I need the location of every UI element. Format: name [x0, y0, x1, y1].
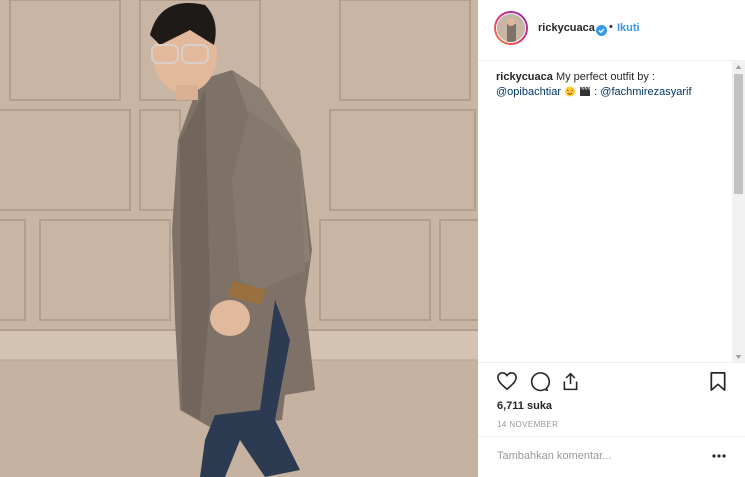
more-dots-icon[interactable] — [711, 449, 727, 463]
post-header: ricky­cuaca • Ikuti — [478, 0, 745, 61]
comments-scrollbar[interactable] — [732, 60, 745, 362]
avatar[interactable] — [494, 11, 528, 45]
caption-separator: : — [591, 86, 601, 98]
verified-badge-icon — [596, 23, 607, 36]
scrollbar-thumb[interactable] — [734, 74, 743, 194]
scroll-up-arrow-icon[interactable] — [732, 60, 745, 72]
bookmark-icon[interactable] — [709, 371, 727, 397]
heart-icon[interactable] — [496, 371, 518, 396]
heart-eyes-emoji-icon — [564, 86, 576, 97]
scroll-down-arrow-icon[interactable] — [732, 350, 745, 362]
photo-illustration — [0, 0, 478, 477]
comment-bubble-icon[interactable] — [528, 371, 550, 397]
actions-divider — [478, 362, 745, 363]
post-date[interactable]: 14 NOVEMBER — [497, 420, 558, 429]
username-link[interactable]: ricky­cuaca — [538, 22, 595, 34]
share-icon[interactable] — [560, 371, 581, 397]
follow-separator: • — [609, 21, 613, 33]
clapper-emoji-icon — [579, 86, 591, 97]
mention-link[interactable]: @opibachtiar — [496, 86, 561, 98]
follow-button[interactable]: Ikuti — [617, 22, 640, 34]
post-photo[interactable] — [0, 0, 478, 477]
likes-count[interactable]: 6,711 suka — [497, 400, 552, 412]
comment-divider — [478, 436, 745, 437]
post-caption: rickycuaca My perfect outfit by : @opiba… — [496, 70, 716, 100]
mention-link[interactable]: @fachmirezasyarif — [600, 86, 691, 98]
caption-username[interactable]: rickycuaca — [496, 71, 553, 83]
avatar-image — [496, 13, 526, 43]
caption-text: My perfect outfit by : — [552, 71, 655, 83]
comment-input[interactable] — [497, 448, 692, 464]
